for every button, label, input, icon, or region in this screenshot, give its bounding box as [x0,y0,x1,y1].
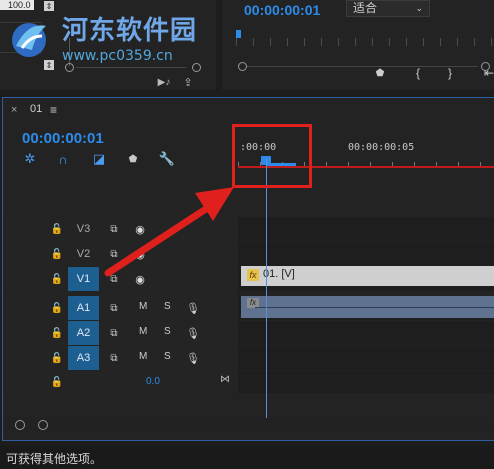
monitor-ruler [236,38,494,46]
mute-button[interactable]: M [139,301,147,312]
track-lane-a3[interactable] [238,346,494,370]
lock-icon[interactable]: 🔓 [51,302,63,314]
solo-button[interactable]: S [164,326,171,337]
lock-icon[interactable]: 🔓 [51,273,63,285]
ruler-mark-label: 00:00:00:05 [348,142,415,153]
track-lane-v2[interactable] [238,242,494,266]
watermark-logo [12,23,46,57]
snap-icon[interactable]: ∩ [56,152,70,167]
fit-select[interactable]: 适合 ⌄ [346,0,430,17]
sync-lock-icon[interactable]: ⧉ [108,352,120,364]
sync-lock-icon[interactable]: ⧉ [108,327,120,339]
lock-icon[interactable]: 🔓 [51,223,63,235]
sequence-tab[interactable]: 01 [30,103,42,115]
sync-lock-icon[interactable]: ⧉ [108,302,120,314]
lock-icon[interactable]: 🔓 [51,376,63,388]
track-header-a2: 🔓 A2 ⧉ M S 🎙 [6,321,238,345]
stepper-icon[interactable]: ⇕ [44,60,54,70]
track-header-a1: 🔓 A1 ⧉ M S 🎙 [6,296,238,320]
program-timecode[interactable]: 00:00:00:01 [244,2,320,18]
slider-knob[interactable] [238,62,247,71]
track-name[interactable]: V3 [68,217,99,241]
export-icon[interactable]: ⇪ [180,76,196,89]
track-name[interactable]: A2 [68,321,99,345]
close-icon[interactable]: × [11,104,17,116]
mark-out-icon[interactable]: } [444,66,456,80]
video-clip[interactable]: fx 01. [V] [241,266,494,286]
audio-clip[interactable]: fx [241,296,494,318]
nest-icon[interactable]: ✲ [23,151,37,166]
master-track-lane [238,371,494,393]
status-text: 可获得其他选项。 [6,452,103,466]
linked-selection-icon[interactable]: ◪ [91,151,107,167]
track-name[interactable]: V2 [68,242,99,266]
highlight-box [232,124,312,188]
status-bar: 可获得其他选项。 [0,446,494,469]
mark-in-icon[interactable]: { [412,66,424,80]
microphone-icon[interactable]: 🎙 [186,326,200,340]
track-lane-a2[interactable] [238,321,494,345]
track-name[interactable]: A1 [68,296,99,320]
clip-label: 01. [V] [263,268,295,280]
monitor-playhead[interactable] [236,30,241,38]
lock-icon[interactable]: 🔓 [51,352,63,364]
track-lane-v3[interactable] [238,217,494,241]
lock-icon[interactable]: 🔓 [51,248,63,260]
fit-select-value: 适合 [353,1,378,15]
track-name[interactable]: A3 [68,346,99,370]
track-name[interactable]: V1 [68,267,99,291]
go-to-in-icon[interactable]: ⇤ [484,66,494,80]
solo-button[interactable]: S [164,351,171,362]
microphone-icon[interactable]: 🎙 [186,351,200,365]
fx-badge: fx [247,269,259,281]
marker-icon[interactable]: ⬟ [374,66,386,80]
chevron-down-icon: ⌄ [415,3,423,13]
timeline-timecode[interactable]: 00:00:00:01 [22,130,104,147]
slider-knob[interactable] [192,63,201,72]
wrench-icon[interactable]: 🔧 [159,151,175,167]
scroll-knob[interactable] [15,420,25,430]
value-field[interactable]: 100.0 [0,0,34,10]
fit-tracks-icon[interactable]: ⋈ [218,373,232,385]
watermark-title: 河东软件园 [62,16,198,46]
microphone-icon[interactable]: 🎙 [186,301,200,315]
insert-icon[interactable]: ▶♪ [156,76,172,88]
horizontal-scrollbar[interactable] [6,418,494,432]
annotation-arrow [104,187,234,277]
playhead-line[interactable] [266,158,267,420]
panel-menu-icon[interactable]: ≡ [50,103,57,117]
slider-knob[interactable] [65,63,74,72]
watermark-url: www.pc0359.cn [62,48,173,64]
add-marker-icon[interactable]: ⬟ [127,152,139,166]
lock-icon[interactable]: 🔓 [51,327,63,339]
mute-button[interactable]: M [139,351,147,362]
audio-waveform [255,307,494,308]
mute-button[interactable]: M [139,326,147,337]
solo-button[interactable]: S [164,301,171,312]
master-volume[interactable]: 0.0 [146,376,160,387]
master-track-header: 🔓 0.0 ⋈ [6,371,238,393]
scroll-knob[interactable] [38,420,48,430]
track-header-a3: 🔓 A3 ⧉ M S 🎙 [6,346,238,370]
scroll-track [76,67,186,68]
stepper-icon[interactable]: ⇕ [44,1,54,11]
